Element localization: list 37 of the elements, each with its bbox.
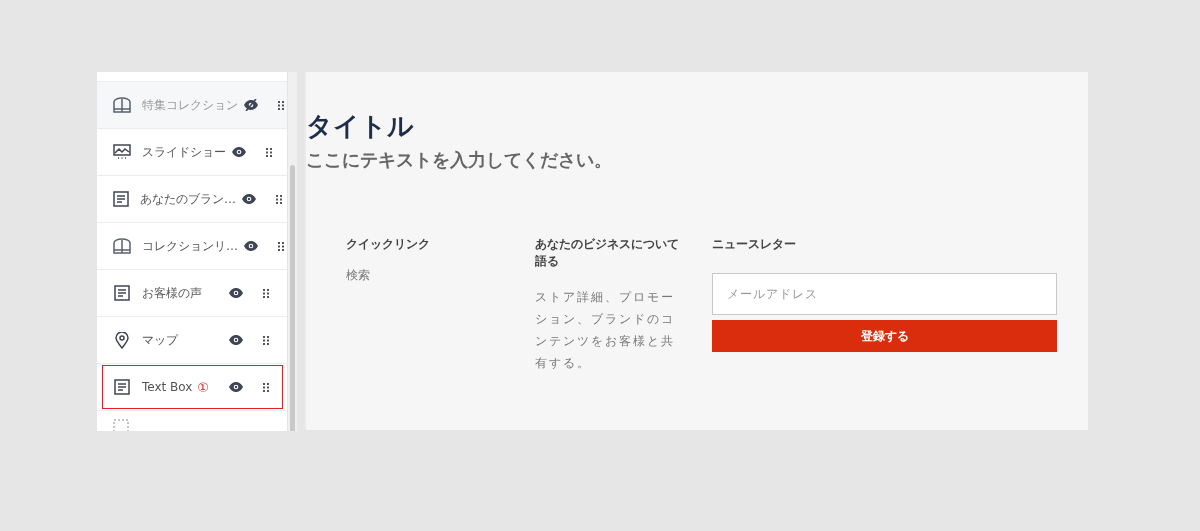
section-item[interactable]: コレクションリ… (97, 223, 287, 270)
eye-slash-icon[interactable] (244, 99, 258, 111)
document-icon (114, 285, 130, 301)
column-text: ストア詳細、プロモーション、ブランドのコンテンツをお客様と共有する。 (535, 289, 676, 372)
eye-icon[interactable] (229, 288, 243, 298)
eye-icon[interactable] (244, 241, 258, 251)
footer-link[interactable]: 検索 (346, 267, 370, 284)
drag-handle-icon[interactable] (263, 335, 269, 345)
page-title: タイトル (306, 110, 415, 142)
column-heading: ニュースレター (712, 236, 797, 253)
section-item[interactable]: Text Box ① (97, 364, 287, 411)
drag-handle-icon[interactable] (278, 100, 284, 110)
eye-icon[interactable] (242, 194, 256, 204)
eye-icon[interactable] (229, 382, 243, 392)
column-heading: クイックリンク (346, 236, 431, 253)
eye-icon[interactable] (232, 147, 246, 157)
drag-handle-icon[interactable] (278, 241, 284, 251)
map-pin-icon (115, 331, 129, 349)
scrollbar-thumb[interactable] (290, 165, 295, 431)
drag-handle-icon[interactable] (263, 288, 269, 298)
image-chart-icon (113, 144, 131, 160)
drag-handle-icon[interactable] (263, 382, 269, 392)
subscribe-button[interactable]: 登録する (712, 320, 1057, 352)
book-icon (113, 238, 131, 254)
section-item[interactable]: お客様の声 (97, 270, 287, 317)
step-number: ① (197, 379, 209, 395)
document-icon (113, 191, 129, 207)
document-icon (114, 379, 130, 395)
section-item[interactable]: スライドショー (97, 129, 287, 176)
section-item[interactable]: あなたのブラン… (97, 176, 287, 223)
column-heading: あなたのビジネスについて語る (535, 236, 680, 270)
drag-handle-icon[interactable] (276, 194, 282, 204)
book-icon (113, 97, 131, 113)
eye-icon[interactable] (229, 335, 243, 345)
email-field[interactable]: メールアドレス (712, 273, 1057, 315)
page-subtitle: ここにテキストを入力してください。 (306, 148, 613, 172)
drag-handle-icon[interactable] (266, 147, 272, 157)
